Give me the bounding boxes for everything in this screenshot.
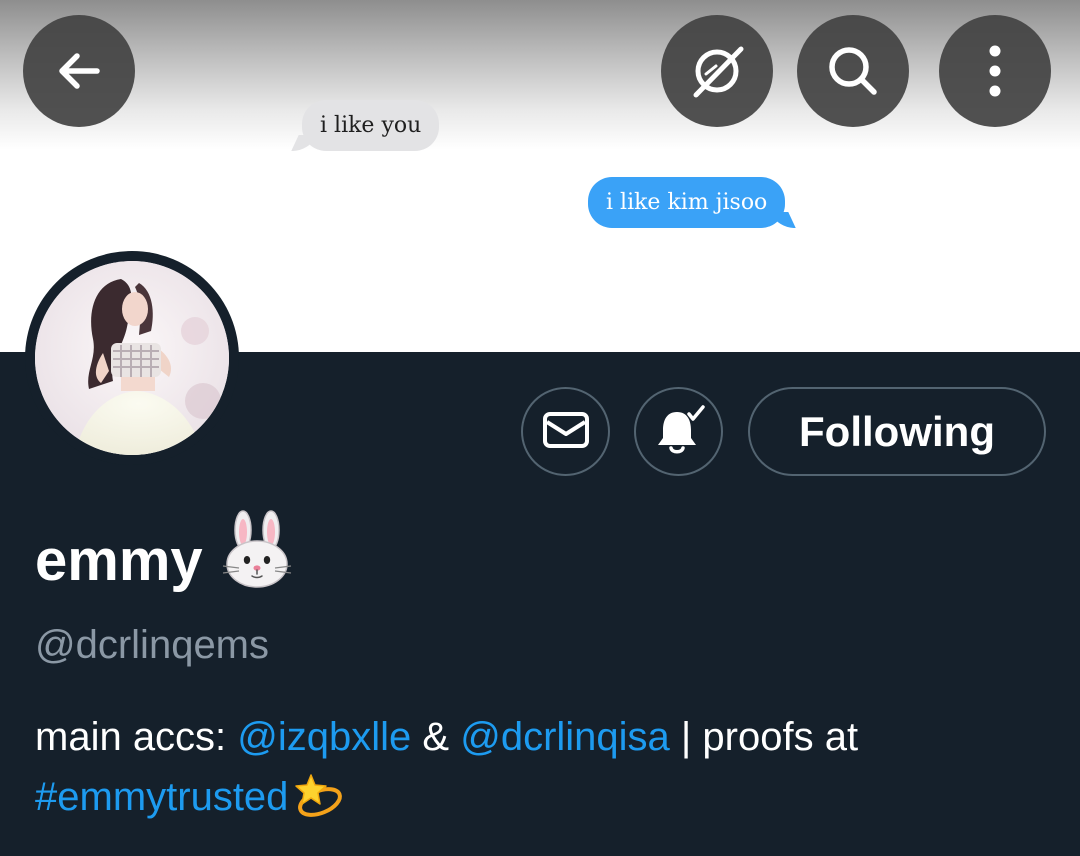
rabbit-face-emoji-icon: [219, 510, 295, 611]
search-button[interactable]: [797, 15, 909, 127]
message-button[interactable]: [521, 387, 610, 476]
more-options-button[interactable]: [939, 15, 1051, 127]
profile-screen: i like you i like kim jisoo Following em…: [0, 0, 1080, 856]
envelope-icon: [542, 410, 590, 454]
arrow-left-icon: [51, 43, 107, 99]
avatar[interactable]: [25, 251, 239, 465]
display-name: emmy: [35, 510, 295, 611]
dizzy-star-emoji-icon: [294, 772, 344, 835]
display-name-text: emmy: [35, 527, 203, 593]
received-message-bubble: i like you: [302, 100, 440, 151]
bio-mention-dcrlinqisa[interactable]: @dcrlinqisa: [460, 715, 670, 759]
vertical-dots-icon: [985, 43, 1005, 99]
following-button[interactable]: Following: [748, 387, 1046, 476]
notifications-button[interactable]: [634, 387, 723, 476]
sent-message-bubble: i like kim jisoo: [588, 177, 786, 228]
slashed-circle-icon: [686, 40, 748, 102]
back-button[interactable]: [23, 15, 135, 127]
bio-text-prefix: main accs:: [35, 715, 238, 759]
bio-mention-izqbxlle[interactable]: @izqbxlle: [237, 715, 411, 759]
bio-hashtag-emmytrusted[interactable]: #emmytrusted: [35, 775, 288, 819]
avatar-image: [35, 261, 229, 455]
bio-text-separator: &: [411, 715, 461, 759]
profile-bio: main accs: @izqbxlle & @dcrlinqisa | pro…: [35, 707, 1045, 835]
bell-check-icon: [651, 402, 707, 462]
search-icon: [823, 41, 883, 101]
user-handle: @dcrlinqems: [35, 623, 270, 667]
bio-text-proofs: | proofs at: [669, 715, 859, 759]
grok-button[interactable]: [661, 15, 773, 127]
